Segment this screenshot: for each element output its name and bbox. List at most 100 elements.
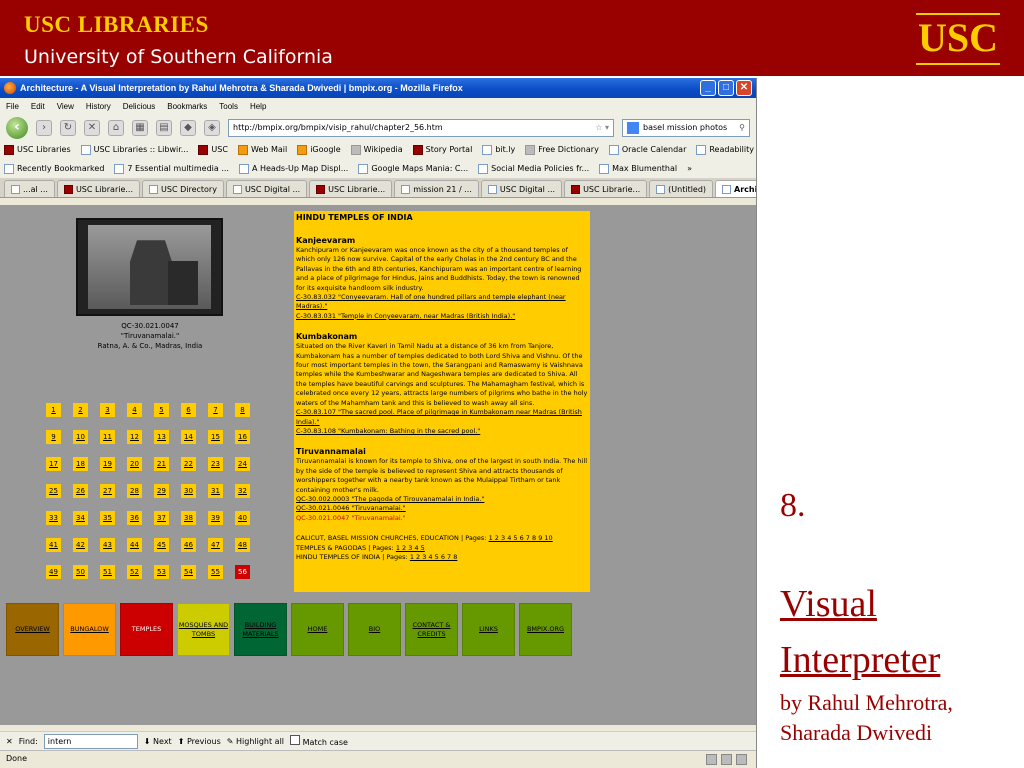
- close-find-icon[interactable]: ✕: [6, 737, 13, 746]
- bookmark-item[interactable]: Web Mail: [237, 144, 287, 155]
- page-link[interactable]: 31: [208, 484, 223, 498]
- page-link[interactable]: 42: [73, 538, 88, 552]
- pages-links[interactable]: 1 2 3 4 5 6 7 8 9 10: [489, 534, 553, 542]
- bookmark-item[interactable]: Readability: [696, 144, 754, 155]
- bookmark-item[interactable]: Social Media Policies fr...: [478, 163, 589, 174]
- page-link[interactable]: 36: [127, 511, 142, 525]
- browser-tab[interactable]: ...al ...: [4, 180, 55, 197]
- page-link[interactable]: 17: [46, 457, 61, 471]
- browser-tab[interactable]: USC Directory: [142, 180, 224, 197]
- page-link[interactable]: 4: [127, 403, 142, 417]
- nav-overview[interactable]: OVERVIEW: [6, 603, 59, 656]
- page-link[interactable]: 21: [154, 457, 169, 471]
- nav-bungalow[interactable]: BUNGALOW: [63, 603, 116, 656]
- page-link[interactable]: 10: [73, 430, 88, 444]
- menu-edit[interactable]: Edit: [31, 102, 45, 111]
- bookmark-item[interactable]: A Heads-Up Map Displ...: [238, 163, 348, 174]
- page-link[interactable]: 49: [46, 565, 61, 579]
- bookmark-item[interactable]: Story Portal: [412, 144, 472, 155]
- home-icon[interactable]: ⌂: [108, 119, 124, 136]
- status-icon[interactable]: [706, 754, 717, 765]
- page-link[interactable]: 8: [235, 403, 250, 417]
- highlight-all-button[interactable]: ✎ Highlight all: [227, 737, 284, 746]
- page-link[interactable]: 13: [154, 430, 169, 444]
- menu-history[interactable]: History: [86, 102, 111, 111]
- browser-tab[interactable]: USC Digital ...: [480, 180, 563, 197]
- close-button[interactable]: ✕: [736, 80, 752, 96]
- bookmark-item[interactable]: Wikipedia: [350, 144, 403, 155]
- browser-tab[interactable]: Archit...✕: [715, 180, 756, 197]
- page-link[interactable]: 33: [46, 511, 61, 525]
- page-link[interactable]: 1: [46, 403, 61, 417]
- menu-view[interactable]: View: [57, 102, 74, 111]
- forward-button[interactable]: ›: [36, 119, 52, 136]
- page-link[interactable]: 14: [181, 430, 196, 444]
- page-link[interactable]: 23: [208, 457, 223, 471]
- page-link[interactable]: 37: [154, 511, 169, 525]
- bookmark-item[interactable]: USC Libraries :: Libwir...: [80, 144, 188, 155]
- reload-icon[interactable]: ↻: [60, 119, 76, 136]
- photo-link[interactable]: C-30.83.108 "Kumbakonam: Bathing in the …: [296, 427, 588, 436]
- url-bar[interactable]: http://bmpix.org/bmpix/visip_rahul/chapt…: [228, 118, 614, 137]
- menu-bookmarks[interactable]: Bookmarks: [167, 102, 207, 111]
- feed-icon[interactable]: ◈: [204, 119, 220, 136]
- page-link[interactable]: 30: [181, 484, 196, 498]
- bookmark-item[interactable]: 7 Essential multimedia ...: [114, 163, 229, 174]
- menu-delicious[interactable]: Delicious: [123, 102, 155, 111]
- tool-icon[interactable]: ▦: [132, 119, 148, 136]
- browser-tab[interactable]: (Untitled): [649, 180, 714, 197]
- page-link[interactable]: 20: [127, 457, 142, 471]
- magnifier-icon[interactable]: ⚲: [739, 123, 745, 132]
- page-link[interactable]: 29: [154, 484, 169, 498]
- back-button[interactable]: ‹: [6, 116, 28, 139]
- nav-bio[interactable]: BIO: [348, 603, 401, 656]
- page-link[interactable]: 6: [181, 403, 196, 417]
- find-next-button[interactable]: ⬇ Next: [144, 737, 172, 746]
- photo-link[interactable]: C-30.83.032 "Conyeevaram. Hall of one hu…: [296, 293, 588, 312]
- find-previous-button[interactable]: ⬆ Previous: [178, 737, 221, 746]
- page-link[interactable]: 12: [127, 430, 142, 444]
- search-input[interactable]: basel mission photos ⚲: [622, 118, 750, 137]
- page-link[interactable]: 5: [154, 403, 169, 417]
- photo-link[interactable]: C-30.83.031 "Temple in Conyeevaram, near…: [296, 312, 588, 321]
- pages-links[interactable]: 1 2 3 4 5: [396, 544, 425, 552]
- page-link[interactable]: 47: [208, 538, 223, 552]
- nav-temples[interactable]: TEMPLES: [120, 603, 173, 656]
- match-case-checkbox[interactable]: Match case: [290, 735, 348, 747]
- status-icon[interactable]: [736, 754, 747, 765]
- page-link[interactable]: 55: [208, 565, 223, 579]
- stop-icon[interactable]: ✕: [84, 119, 100, 136]
- page-link[interactable]: 54: [181, 565, 196, 579]
- page-link[interactable]: 32: [235, 484, 250, 498]
- nav-contact-credits[interactable]: CONTACT & CREDITS: [405, 603, 458, 656]
- bookmark-item[interactable]: Free Dictionary: [525, 144, 599, 155]
- browser-tab[interactable]: USC Librarie...: [56, 180, 141, 197]
- page-link[interactable]: 18: [73, 457, 88, 471]
- bookmark-item[interactable]: USC: [198, 144, 228, 155]
- page-link[interactable]: 43: [100, 538, 115, 552]
- menu-help[interactable]: Help: [250, 102, 266, 111]
- page-link[interactable]: 7: [208, 403, 223, 417]
- find-input[interactable]: intern: [43, 733, 138, 749]
- browser-tab[interactable]: mission 21 / ...: [394, 180, 479, 197]
- browser-tab[interactable]: USC Digital ...: [225, 180, 308, 197]
- page-link[interactable]: 25: [46, 484, 61, 498]
- menu-file[interactable]: File: [6, 102, 19, 111]
- browser-tab[interactable]: USC Librarie...: [309, 180, 393, 197]
- temple-photo[interactable]: [76, 218, 223, 316]
- page-link[interactable]: 3: [100, 403, 115, 417]
- bookmark-item[interactable]: bit.ly: [482, 144, 515, 155]
- page-link[interactable]: 48: [235, 538, 250, 552]
- page-link[interactable]: 16: [235, 430, 250, 444]
- bookmark-icon[interactable]: ▤: [156, 119, 172, 136]
- photo-link[interactable]: C-30.83.107 "The sacred pool. Place of p…: [296, 408, 588, 427]
- page-link[interactable]: 39: [208, 511, 223, 525]
- page-link[interactable]: 26: [73, 484, 88, 498]
- page-link[interactable]: 34: [73, 511, 88, 525]
- page-link[interactable]: 24: [235, 457, 250, 471]
- page-link[interactable]: 52: [127, 565, 142, 579]
- nav-home[interactable]: HOME: [291, 603, 344, 656]
- photo-link[interactable]: QC-30.021.0046 "Tiruvanamalai.": [296, 504, 588, 513]
- menu-tools[interactable]: Tools: [219, 102, 238, 111]
- browser-tab[interactable]: USC Librarie...: [564, 180, 648, 197]
